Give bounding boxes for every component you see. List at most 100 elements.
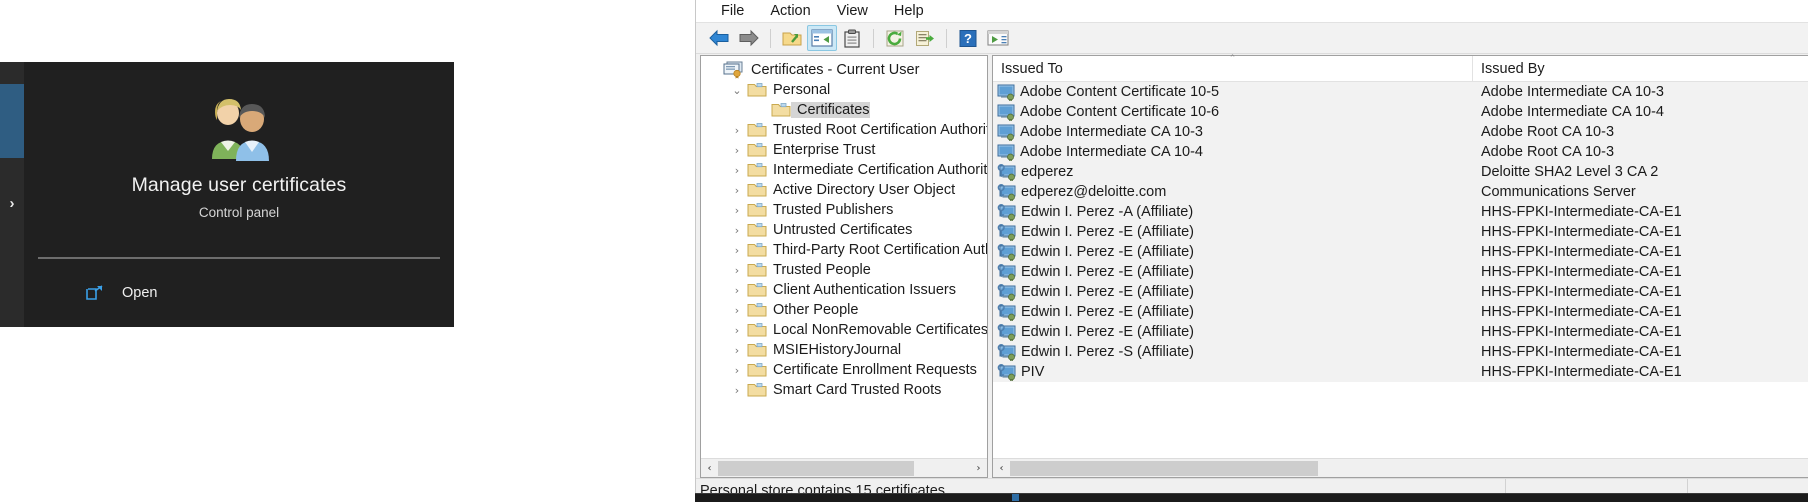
tree-scroll-right-arrow[interactable]: › [970, 460, 987, 477]
expand-chevron-icon[interactable]: › [0, 190, 24, 216]
screen: › Manage user certificates Control panel [0, 0, 1808, 502]
help-button[interactable]: ? [953, 25, 983, 51]
certificate-key-icon [997, 223, 1016, 241]
tree-item-label: Other People [773, 302, 859, 318]
show-action-pane-button[interactable] [983, 25, 1013, 51]
folder-icon [747, 303, 767, 317]
cell-issued-by: Communications Server [1481, 184, 1636, 200]
taskbar-active-indicator [1012, 494, 1019, 501]
tree-item[interactable]: › Certificate Enrollment Requests [701, 360, 987, 380]
chevron-right-icon[interactable]: › [729, 385, 745, 396]
chevron-right-icon[interactable]: › [729, 365, 745, 376]
taskbar[interactable] [695, 493, 1808, 502]
list-horizontal-scrollbar[interactable]: ‹ › [993, 458, 1808, 477]
export-list-button[interactable] [910, 25, 940, 51]
tree-item[interactable]: ⌄ Personal [701, 80, 987, 100]
chevron-right-icon[interactable]: › [729, 305, 745, 316]
tree-item[interactable]: › Client Authentication Issuers [701, 280, 987, 300]
certificate-row[interactable]: Edwin I. Perez -E (Affiliate) HHS-FPKI-In… [993, 262, 1808, 282]
cell-issued-by: Adobe Intermediate CA 10-4 [1481, 104, 1664, 120]
certificate-row[interactable]: Edwin I. Perez -S (Affiliate) HHS-FPKI-In… [993, 342, 1808, 362]
certificate-row[interactable]: edperez@deloitte.com Communications Serve… [993, 182, 1808, 202]
menu-view[interactable]: View [824, 1, 881, 22]
tree-item[interactable]: › Trusted Publishers [701, 200, 987, 220]
tree-item[interactable]: › Third-Party Root Certification Authorit… [701, 240, 987, 260]
certificate-row[interactable]: PIVHHS-FPKI-Intermediate-CA-E19/ [993, 362, 1808, 382]
list-scroll-thumb[interactable] [1010, 460, 1318, 476]
chevron-right-icon[interactable]: › [729, 185, 745, 196]
certificate-key-icon [997, 323, 1016, 341]
cell-issued-to: Edwin I. Perez -E (Affiliate) [993, 323, 1473, 341]
cell-issued-to: edperez@deloitte.com [993, 183, 1473, 201]
tree-horizontal-scrollbar[interactable]: ‹ › [701, 458, 987, 477]
tree-item-label: Trusted People [773, 262, 871, 278]
chevron-right-icon[interactable]: › [729, 285, 745, 296]
certificate-row[interactable]: Edwin I. Perez -E (Affiliate) HHS-FPKI-In… [993, 282, 1808, 302]
certificate-row[interactable]: Edwin I. Perez -E (Affiliate) HHS-FPKI-In… [993, 222, 1808, 242]
properties-button[interactable] [837, 25, 867, 51]
tree-item[interactable]: › Other People [701, 300, 987, 320]
menu-file[interactable]: File [708, 1, 757, 22]
certificate-key-icon [997, 303, 1017, 321]
cell-issued-to: Edwin I. Perez -A (Affiliate) [993, 203, 1473, 221]
list-scroll-track[interactable] [1010, 459, 1808, 477]
chevron-right-icon[interactable]: › [729, 325, 745, 336]
chevron-right-icon[interactable]: › [729, 165, 745, 176]
up-one-level-button[interactable] [777, 25, 807, 51]
certificate-row[interactable]: Edwin I. Perez -E (Affiliate) HHS-FPKI-In… [993, 242, 1808, 262]
tree-item[interactable]: › Smart Card Trusted Roots [701, 380, 987, 400]
column-header-issued-to[interactable]: ⌃ Issued To [993, 55, 1473, 81]
certificate-row[interactable]: edperezDeloitte SHA2 Level 3 CA 211 [993, 162, 1808, 182]
tree-item[interactable]: › Enterprise Trust [701, 140, 987, 160]
tree-item[interactable]: Certificates - Current User [701, 60, 987, 80]
tree-item[interactable]: › Trusted Root Certification Authorities [701, 120, 987, 140]
tree-item[interactable]: › Trusted People [701, 260, 987, 280]
chevron-right-icon[interactable]: › [729, 345, 745, 356]
tree-scroll-thumb[interactable] [718, 460, 914, 476]
certificates-list[interactable]: Adobe Content Certificate 10-5 Adobe Inte… [993, 82, 1808, 458]
issued-to-text: Edwin I. Perez -E (Affiliate) [1021, 284, 1194, 300]
tree-item[interactable]: › Intermediate Certification Authorities [701, 160, 987, 180]
certificate-row[interactable]: Edwin I. Perez -E (Affiliate) HHS-FPKI-In… [993, 302, 1808, 322]
chevron-right-icon[interactable]: › [729, 145, 745, 156]
chevron-right-icon[interactable]: › [729, 265, 745, 276]
chevron-right-icon[interactable]: › [729, 205, 745, 216]
issued-to-text: edperez@deloitte.com [1021, 184, 1167, 200]
certificate-row[interactable]: Adobe Intermediate CA 10-4 Adobe Root CA … [993, 142, 1808, 162]
show-hide-console-tree-button[interactable] [807, 25, 837, 51]
folder-icon [747, 302, 767, 318]
chevron-right-icon[interactable]: › [729, 245, 745, 256]
tree-scroll-track[interactable] [718, 459, 970, 477]
certificate-row[interactable]: Edwin I. Perez -E (Affiliate) HHS-FPKI-In… [993, 322, 1808, 342]
console-tree[interactable]: Certificates - Current User ⌄ Personal Cert… [701, 56, 987, 458]
tree-item[interactable]: Certificates [701, 100, 987, 120]
back-button[interactable] [704, 25, 734, 51]
open-action-button[interactable]: Open [86, 285, 157, 301]
search-result-card: Manage user certificates Control panel O… [24, 62, 454, 327]
tree-scroll-left-arrow[interactable]: ‹ [701, 460, 718, 477]
console-tree-pane: Certificates - Current User ⌄ Personal Cert… [700, 55, 988, 478]
menu-help[interactable]: Help [881, 1, 937, 22]
chevron-right-icon[interactable]: › [729, 225, 745, 236]
column-header-issued-by[interactable]: Issued By [1473, 56, 1808, 81]
export-list-icon [916, 30, 934, 46]
tree-item[interactable]: › Active Directory User Object [701, 180, 987, 200]
certificate-row[interactable]: Adobe Content Certificate 10-6 Adobe Inte… [993, 102, 1808, 122]
folder-icon [747, 283, 767, 297]
chevron-down-icon[interactable]: ⌄ [729, 85, 745, 96]
chevron-right-icon[interactable]: › [729, 125, 745, 136]
tree-item[interactable]: › Untrusted Certificates [701, 220, 987, 240]
refresh-button[interactable] [880, 25, 910, 51]
list-scroll-left-arrow[interactable]: ‹ [993, 460, 1010, 477]
tree-item[interactable]: › Local NonRemovable Certificates [701, 320, 987, 340]
certificate-row[interactable]: Edwin I. Perez -A (Affiliate) HHS-FPKI-In… [993, 202, 1808, 222]
issued-to-text: Adobe Intermediate CA 10-3 [1020, 124, 1203, 140]
certificate-row[interactable]: Adobe Content Certificate 10-5 Adobe Inte… [993, 82, 1808, 102]
forward-button[interactable] [734, 25, 764, 51]
certificate-row[interactable]: Adobe Intermediate CA 10-3 Adobe Root CA … [993, 122, 1808, 142]
tree-item[interactable]: › MSIEHistoryJournal [701, 340, 987, 360]
certificate-icon [997, 144, 1016, 161]
tree-item-label: Personal [773, 82, 831, 98]
folder-icon [747, 223, 767, 237]
menu-action[interactable]: Action [757, 1, 823, 22]
